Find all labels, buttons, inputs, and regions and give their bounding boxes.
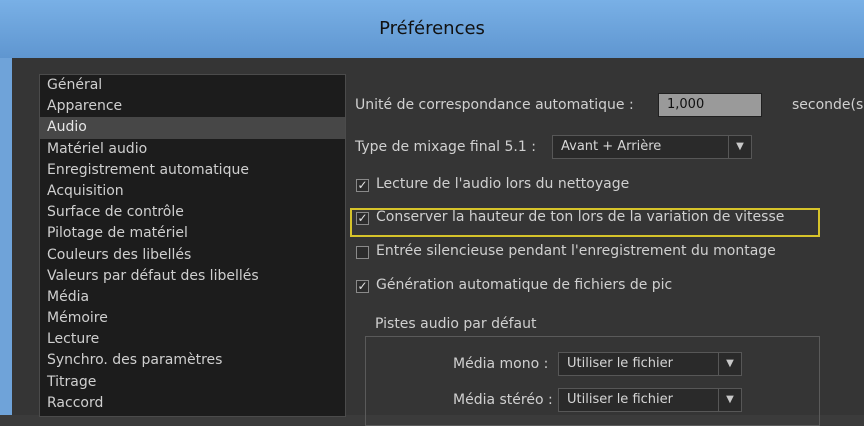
stereo-media-value: Utiliser le fichier [567,392,673,407]
peak-files-label: Génération automatique de fichiers de pi… [376,277,673,293]
sidebar-item-titler[interactable]: Titrage [40,372,345,393]
mix-type-value: Avant + Arrière [561,139,662,154]
sidebar-item-media[interactable]: Média [40,287,345,308]
auto-match-label: Unité de correspondance automatique : [355,97,634,113]
title-bar[interactable]: Préférences [0,0,864,58]
scrub-audio-checkbox[interactable]: ✓ [356,179,369,192]
sidebar-item-audio-hardware[interactable]: Matériel audio [40,139,345,160]
peak-files-checkbox[interactable]: ✓ [356,280,369,293]
auto-match-input[interactable]: 1,000 [658,93,762,117]
stereo-media-label: Média stéréo : [453,392,553,408]
sidebar-item-general[interactable]: Général [40,75,345,96]
sidebar-item-auto-save[interactable]: Enregistrement automatique [40,160,345,181]
auto-match-unit: seconde(s) [792,97,864,113]
sidebar-item-control-surface[interactable]: Surface de contrôle [40,202,345,223]
sidebar-item-memory[interactable]: Mémoire [40,308,345,329]
chevron-down-icon: ▼ [718,353,741,375]
stereo-media-select[interactable]: Utiliser le fichier ▼ [558,388,742,412]
sidebar-item-trim[interactable]: Raccord [40,393,345,414]
mute-input-label: Entrée silencieuse pendant l'enregistrem… [376,243,776,259]
mute-input-checkbox[interactable] [356,246,369,259]
highlight-box [350,208,820,237]
window-title: Préférences [379,18,485,39]
scrub-audio-label: Lecture de l'audio lors du nettoyage [376,176,630,192]
mono-media-select[interactable]: Utiliser le fichier ▼ [558,352,742,376]
sidebar-item-audio[interactable]: Audio [40,117,345,139]
category-list: Général Apparence Audio Matériel audio E… [39,74,346,417]
sidebar-item-appearance[interactable]: Apparence [40,96,345,117]
sidebar-item-label-defaults[interactable]: Valeurs par défaut des libellés [40,266,345,287]
chevron-down-icon: ▼ [728,136,751,158]
default-audio-tracks-group [365,336,820,426]
sidebar-item-sync-settings[interactable]: Synchro. des paramètres [40,350,345,371]
mono-media-label: Média mono : [453,356,549,372]
sidebar-item-device-control[interactable]: Pilotage de matériel [40,223,345,244]
dialog-body: Général Apparence Audio Matériel audio E… [12,58,864,426]
mono-media-value: Utiliser le fichier [567,356,673,371]
sidebar-item-playback[interactable]: Lecture [40,329,345,350]
mix-type-select[interactable]: Avant + Arrière ▼ [552,135,752,159]
chevron-down-icon: ▼ [718,389,741,411]
sidebar-item-capture[interactable]: Acquisition [40,181,345,202]
sidebar-item-label-colors[interactable]: Couleurs des libellés [40,245,345,266]
default-audio-tracks-title: Pistes audio par défaut [367,316,545,332]
preferences-window: Préférences Général Apparence Audio Maté… [0,0,864,426]
mix-type-label: Type de mixage final 5.1 : [355,139,536,155]
